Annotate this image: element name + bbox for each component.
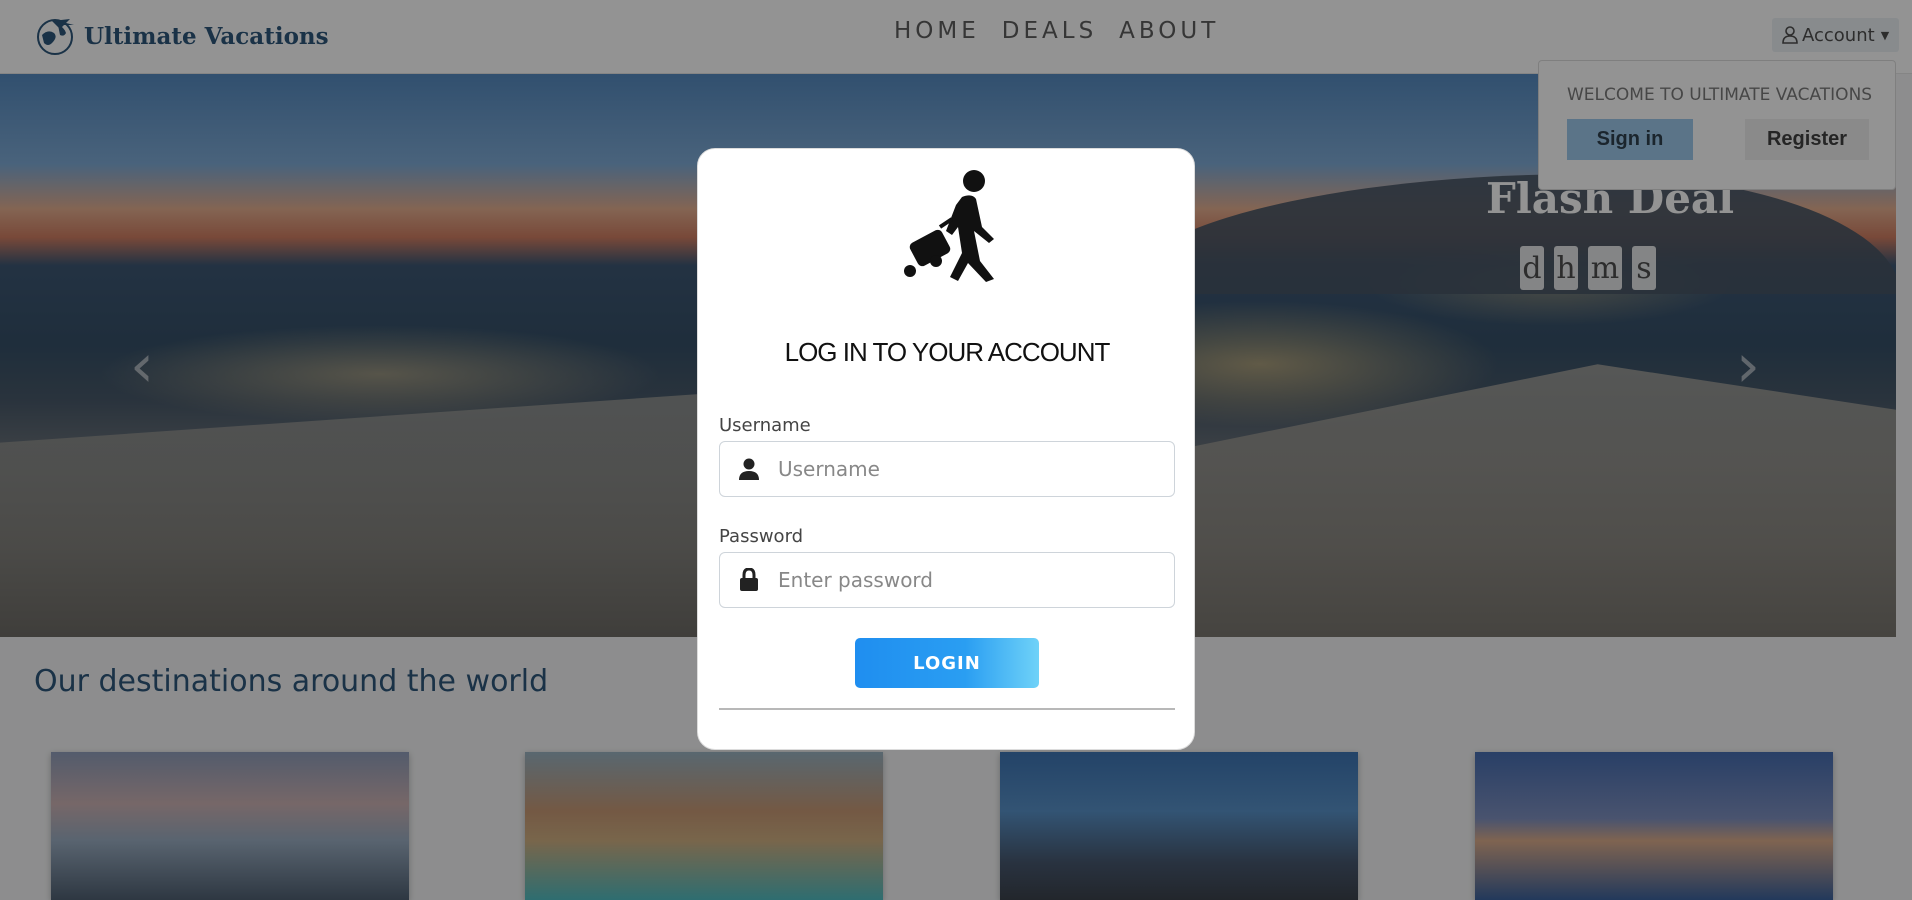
password-label: Password: [719, 526, 804, 547]
traveler-with-suitcase-icon: [904, 170, 994, 282]
username-input[interactable]: [778, 443, 1174, 495]
password-input[interactable]: [778, 554, 1174, 606]
user-icon: [720, 442, 778, 496]
login-title: LOG IN TO YOUR ACCOUNT: [784, 337, 1111, 367]
modal-divider: [719, 708, 1175, 710]
lock-icon: [720, 553, 778, 607]
username-input-group: [719, 441, 1175, 497]
login-button[interactable]: LOGIN: [855, 638, 1039, 688]
login-modal: LOG IN TO YOUR ACCOUNT Username Password…: [697, 148, 1195, 750]
username-label: Username: [719, 415, 811, 436]
password-input-group: [719, 552, 1175, 608]
